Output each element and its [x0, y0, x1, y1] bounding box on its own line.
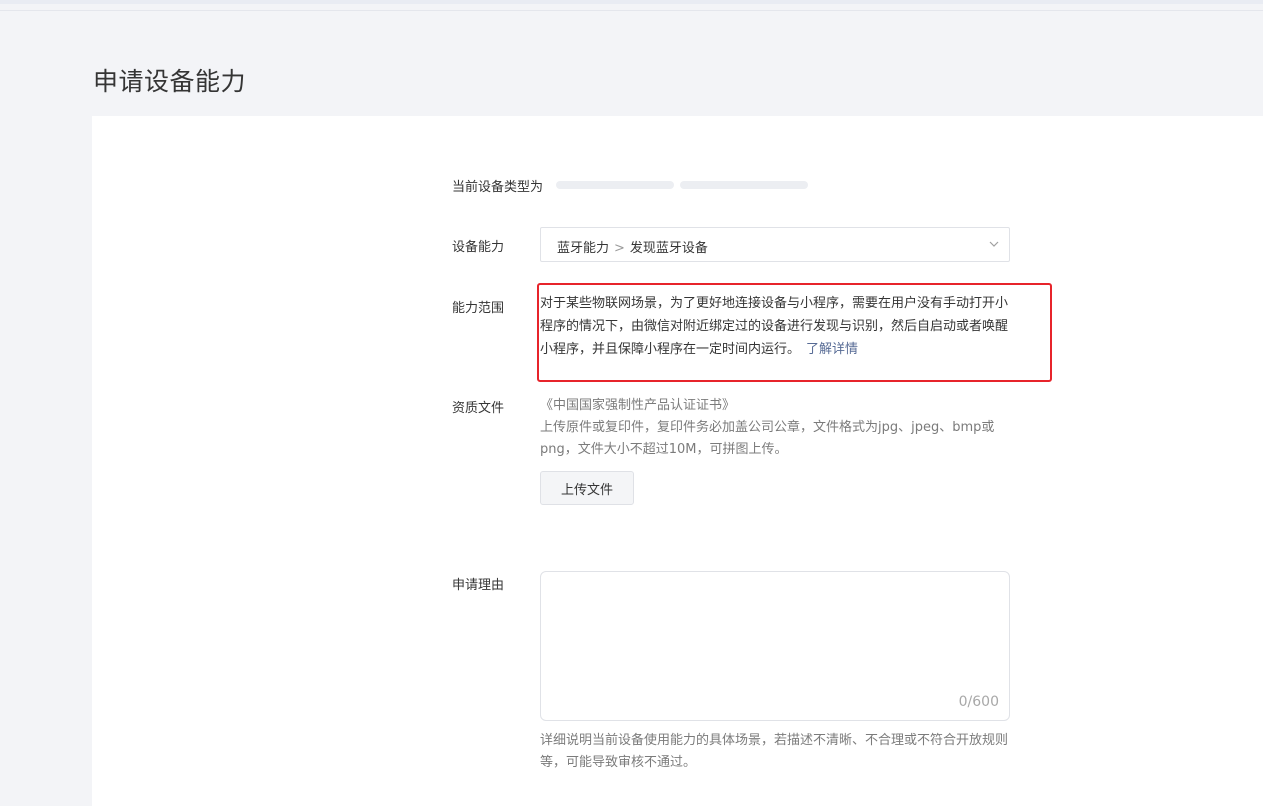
reason-label: 申请理由	[452, 578, 505, 593]
top-divider	[0, 10, 1263, 11]
reason-textarea-container: 0/600	[540, 571, 1010, 721]
device-type-value-redacted	[556, 181, 674, 189]
qualification-info: 《中国国家强制性产品认证证书》 上传原件或复印件，复印件务必加盖公司公章，文件格…	[540, 395, 1000, 461]
capability-primary: 蓝牙能力	[557, 241, 610, 256]
page-title: 申请设备能力	[93, 67, 247, 96]
capability-separator: >	[614, 241, 625, 256]
capability-secondary: 发现蓝牙设备	[629, 241, 708, 256]
top-bar	[0, 0, 1263, 4]
reason-textarea[interactable]	[541, 572, 1009, 720]
device-type-label: 当前设备类型为	[452, 180, 544, 195]
reason-hint: 详细说明当前设备使用能力的具体场景，若描述不清晰、不合理或不符合开放规则等，可能…	[540, 733, 1009, 770]
device-type-value-redacted-2	[680, 181, 808, 189]
scope-label: 能力范围	[452, 301, 505, 316]
qualification-requirements: 上传原件或复印件，复印件务必加盖公司公章，文件格式为jpg、jpeg、bmp或p…	[540, 420, 995, 457]
highlight-box	[537, 283, 1052, 382]
upload-file-button[interactable]: 上传文件	[540, 471, 634, 505]
qualification-document-name: 《中国国家强制性产品认证证书》	[540, 398, 736, 413]
qualification-label: 资质文件	[452, 401, 505, 416]
char-counter: 0/600	[958, 694, 999, 710]
capability-select[interactable]: 蓝牙能力 > 发现蓝牙设备	[540, 227, 1010, 262]
capability-select-value: 蓝牙能力 > 发现蓝牙设备	[557, 237, 708, 256]
capability-label: 设备能力	[452, 240, 505, 255]
chevron-down-icon	[989, 241, 999, 247]
